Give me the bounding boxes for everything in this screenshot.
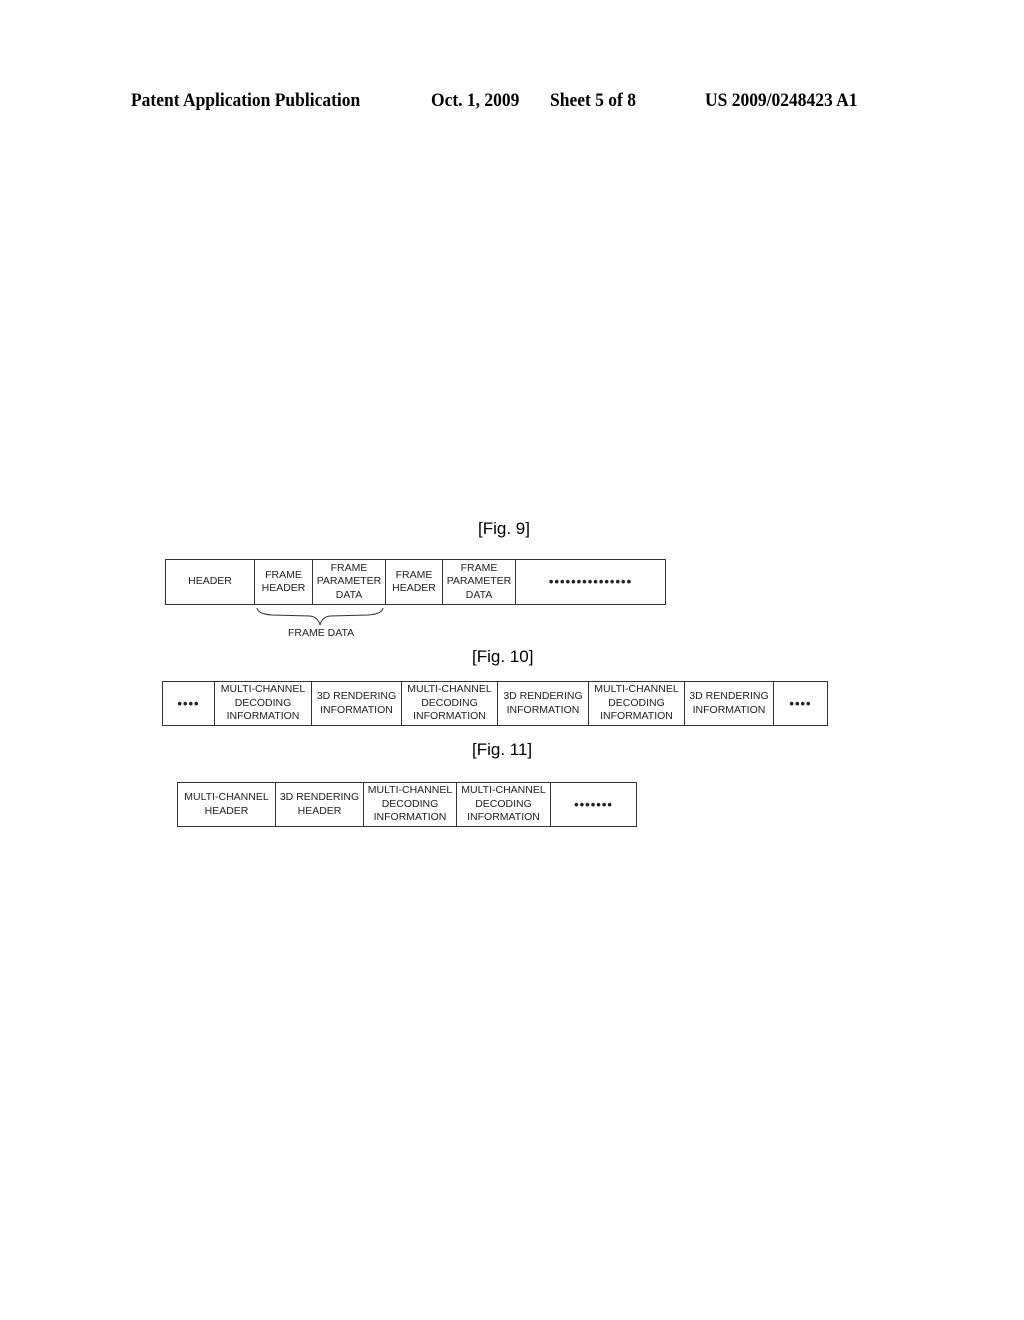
fig11-ellipsis-cell: ••••••• [574, 796, 613, 812]
fig10-3d-rendering-cell: 3D RENDERING INFORMATION [498, 682, 589, 725]
fig9-frame-structure: HEADER FRAME HEADER FRAME PARAMETER DATA… [165, 559, 666, 605]
fig9-ellipsis-cell: ••••••••••••••• [548, 574, 633, 590]
publication-title: Patent Application Publication [131, 90, 361, 111]
fig10-3d-rendering-cell: 3D RENDERING INFORMATION [685, 682, 774, 725]
fig9-label: [Fig. 9] [478, 519, 530, 538]
fig9-frame-header-cell: FRAME HEADER [386, 560, 443, 604]
fig10-leading-ellipsis-cell: •••• [163, 682, 215, 725]
sheet-number: Sheet 5 of 8 [550, 90, 636, 111]
frame-data-label: FRAME DATA [288, 627, 355, 639]
fig10-multichannel-decoding-cell: MULTI-CHANNEL DECODING INFORMATION [589, 682, 685, 725]
fig10-label: [Fig. 10] [472, 647, 534, 666]
fig11-multichannel-decoding-cell: MULTI-CHANNEL DECODING INFORMATION [457, 783, 551, 826]
publication-date: Oct. 1, 2009 [431, 90, 520, 111]
patent-number: US 2009/0248423 A1 [705, 90, 858, 111]
fig9-frame-header-cell: FRAME HEADER [255, 560, 313, 604]
fig10-3d-rendering-cell: 3D RENDERING INFORMATION [312, 682, 402, 725]
fig10-multichannel-decoding-cell: MULTI-CHANNEL DECODING INFORMATION [215, 682, 312, 725]
fig9-frame-parameter-data-cell: FRAME PARAMETER DATA [443, 560, 516, 604]
fig11-label: [Fig. 11] [472, 740, 533, 759]
fig11-bitstream-structure: MULTI-CHANNEL HEADER 3D RENDERING HEADER… [177, 782, 637, 827]
fig11-3d-rendering-header-cell: 3D RENDERING HEADER [276, 783, 364, 826]
fig10-multichannel-decoding-cell: MULTI-CHANNEL DECODING INFORMATION [402, 682, 498, 725]
fig11-multichannel-decoding-cell: MULTI-CHANNEL DECODING INFORMATION [364, 783, 457, 826]
fig11-multichannel-header-cell: MULTI-CHANNEL HEADER [178, 783, 276, 826]
fig9-frame-parameter-data-cell: FRAME PARAMETER DATA [313, 560, 386, 604]
fig10-bitstream-structure: •••• MULTI-CHANNEL DECODING INFORMATION … [162, 681, 828, 726]
fig9-header-cell: HEADER [166, 560, 255, 604]
frame-data-brace [256, 607, 384, 626]
fig10-trailing-ellipsis-cell: •••• [789, 695, 812, 711]
